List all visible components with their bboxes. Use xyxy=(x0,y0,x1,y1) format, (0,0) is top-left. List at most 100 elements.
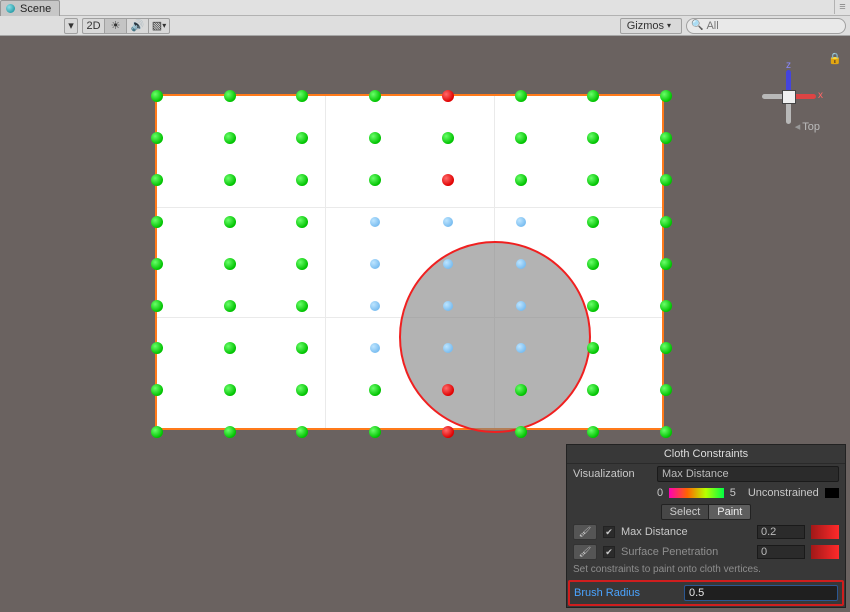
paint-mode-button[interactable]: Paint xyxy=(708,505,750,519)
shading-mode-dropdown[interactable]: ▾ xyxy=(64,18,78,34)
cloth-vertex[interactable] xyxy=(515,384,527,396)
cloth-vertex[interactable] xyxy=(151,300,163,312)
cloth-vertex[interactable] xyxy=(660,258,672,270)
cloth-vertex[interactable] xyxy=(224,384,236,396)
cloth-vertex[interactable] xyxy=(660,426,672,438)
cloth-vertex[interactable] xyxy=(587,132,599,144)
cloth-vertex[interactable] xyxy=(443,343,453,353)
cloth-vertex[interactable] xyxy=(151,132,163,144)
cloth-vertex[interactable] xyxy=(151,426,163,438)
cloth-vertex[interactable] xyxy=(151,216,163,228)
cloth-vertex[interactable] xyxy=(296,258,308,270)
cloth-vertex[interactable] xyxy=(296,342,308,354)
cloth-vertex[interactable] xyxy=(224,90,236,102)
axis-z-positive[interactable] xyxy=(786,70,791,90)
axis-x-positive[interactable] xyxy=(796,94,816,99)
cloth-vertex[interactable] xyxy=(515,174,527,186)
scene-tab[interactable]: Scene xyxy=(0,0,60,16)
cloth-vertex[interactable] xyxy=(660,216,672,228)
surface-penetration-field[interactable] xyxy=(757,545,805,559)
gizmos-dropdown[interactable]: Gizmos▾ xyxy=(620,18,682,34)
scene-search-input[interactable] xyxy=(706,20,841,32)
cloth-vertex[interactable] xyxy=(660,342,672,354)
audio-toggle-button[interactable]: 🔊 xyxy=(126,18,148,34)
cloth-vertex[interactable] xyxy=(224,174,236,186)
cloth-vertex[interactable] xyxy=(443,301,453,311)
cloth-vertex[interactable] xyxy=(151,342,163,354)
cloth-vertex[interactable] xyxy=(151,258,163,270)
cloth-vertex[interactable] xyxy=(296,90,308,102)
scene-viewport[interactable]: 🔒 x z Top Cloth Constraints Visualizatio… xyxy=(0,36,850,612)
cloth-vertex[interactable] xyxy=(660,384,672,396)
cloth-vertex[interactable] xyxy=(296,426,308,438)
cloth-vertex[interactable] xyxy=(442,90,454,102)
cloth-vertex[interactable] xyxy=(370,259,380,269)
cloth-vertex[interactable] xyxy=(370,301,380,311)
cloth-vertex[interactable] xyxy=(442,384,454,396)
cloth-vertex[interactable] xyxy=(296,174,308,186)
cloth-vertex[interactable] xyxy=(516,301,526,311)
cloth-vertex[interactable] xyxy=(587,384,599,396)
cloth-vertex[interactable] xyxy=(515,90,527,102)
max-distance-checkbox[interactable]: ✔ xyxy=(603,526,615,538)
cloth-vertex[interactable] xyxy=(587,258,599,270)
cloth-vertex[interactable] xyxy=(442,426,454,438)
select-mode-button[interactable]: Select xyxy=(662,505,709,519)
axis-x-negative[interactable] xyxy=(762,94,782,99)
cloth-vertex[interactable] xyxy=(516,217,526,227)
cloth-vertex[interactable] xyxy=(369,90,381,102)
cloth-vertex[interactable] xyxy=(660,174,672,186)
brush-radius-field[interactable] xyxy=(684,585,838,601)
cloth-vertex[interactable] xyxy=(660,300,672,312)
cloth-vertex[interactable] xyxy=(296,384,308,396)
lighting-toggle-button[interactable]: ☀ xyxy=(104,18,126,34)
cloth-vertex[interactable] xyxy=(442,174,454,186)
scene-search-field[interactable]: 🔍 xyxy=(686,18,846,34)
max-distance-color[interactable] xyxy=(811,525,839,539)
cloth-vertex[interactable] xyxy=(224,132,236,144)
max-distance-field[interactable] xyxy=(757,525,805,539)
gizmo-lock-icon[interactable]: 🔒 xyxy=(828,52,842,65)
cloth-vertex[interactable] xyxy=(224,426,236,438)
cloth-vertex[interactable] xyxy=(369,426,381,438)
tab-options-button[interactable]: ≡ xyxy=(834,0,850,14)
cloth-vertex[interactable] xyxy=(224,258,236,270)
cloth-vertex[interactable] xyxy=(516,343,526,353)
cloth-vertex[interactable] xyxy=(151,384,163,396)
cloth-vertex[interactable] xyxy=(296,132,308,144)
fx-toggle-button[interactable]: ▧▾ xyxy=(148,18,170,34)
cloth-vertex[interactable] xyxy=(369,132,381,144)
cloth-vertex[interactable] xyxy=(369,174,381,186)
cloth-vertex[interactable] xyxy=(660,90,672,102)
cloth-vertex[interactable] xyxy=(587,342,599,354)
cloth-vertex[interactable] xyxy=(587,426,599,438)
cloth-vertex[interactable] xyxy=(660,132,672,144)
cloth-vertex[interactable] xyxy=(151,90,163,102)
surface-penetration-checkbox[interactable]: ✔ xyxy=(603,546,615,558)
visualization-dropdown[interactable]: Max Distance xyxy=(657,466,839,482)
cloth-vertex[interactable] xyxy=(587,216,599,228)
cloth-vertex[interactable] xyxy=(224,300,236,312)
cloth-vertex[interactable] xyxy=(443,217,453,227)
cloth-vertex[interactable] xyxy=(224,216,236,228)
cloth-vertex[interactable] xyxy=(443,259,453,269)
cloth-vertex[interactable] xyxy=(587,174,599,186)
cloth-vertex[interactable] xyxy=(442,132,454,144)
cloth-vertex[interactable] xyxy=(515,426,527,438)
paint-brush-gizmo[interactable] xyxy=(399,241,591,433)
cloth-vertex[interactable] xyxy=(224,342,236,354)
cloth-vertex[interactable] xyxy=(516,259,526,269)
cloth-vertex[interactable] xyxy=(370,217,380,227)
view-orientation-label[interactable]: Top xyxy=(795,120,820,133)
mode-2d-button[interactable]: 2D xyxy=(82,18,104,34)
cloth-vertex[interactable] xyxy=(370,343,380,353)
cloth-vertex[interactable] xyxy=(587,300,599,312)
cloth-vertex[interactable] xyxy=(296,300,308,312)
cloth-vertex[interactable] xyxy=(515,132,527,144)
cloth-vertex[interactable] xyxy=(369,384,381,396)
axis-z-negative[interactable] xyxy=(786,104,791,124)
axis-center-cube[interactable] xyxy=(782,90,796,104)
cloth-vertex[interactable] xyxy=(151,174,163,186)
surface-penetration-color[interactable] xyxy=(811,545,839,559)
cloth-vertex[interactable] xyxy=(296,216,308,228)
